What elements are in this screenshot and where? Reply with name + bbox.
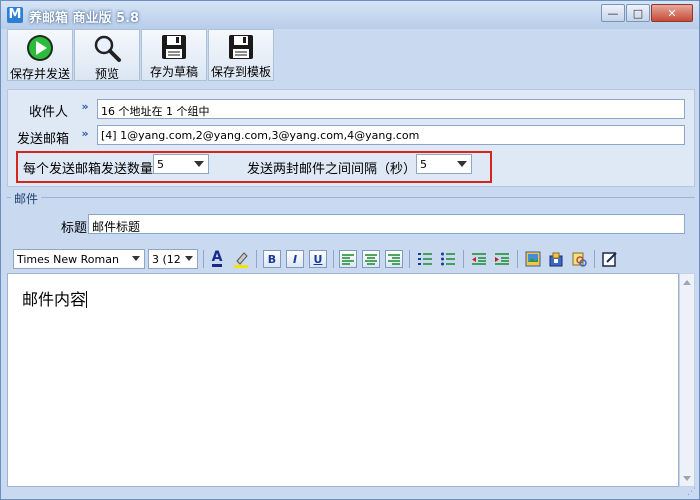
message-content: 邮件内容 bbox=[22, 290, 87, 309]
highlight-color-button[interactable] bbox=[232, 250, 250, 268]
app-logo-icon: M bbox=[7, 7, 23, 23]
dropdown-arrow-icon bbox=[457, 161, 467, 167]
scroll-down-icon[interactable] bbox=[680, 470, 694, 486]
recipient-label: 收件人 bbox=[29, 105, 69, 120]
insert-attachment-button[interactable] bbox=[547, 250, 565, 268]
text-caret bbox=[86, 291, 88, 308]
dropdown-arrow-icon bbox=[185, 256, 193, 261]
edit-source-button[interactable] bbox=[601, 250, 619, 268]
save-template-button[interactable]: 保存到模板 bbox=[208, 29, 274, 81]
font-size-select[interactable]: 3 (12 bbox=[148, 249, 198, 269]
align-center-icon bbox=[365, 254, 377, 265]
close-button[interactable]: ✕ bbox=[651, 4, 693, 22]
insert-link-button[interactable] bbox=[570, 250, 588, 268]
window-controls: — □ ✕ bbox=[600, 4, 693, 22]
align-left-button[interactable] bbox=[339, 250, 357, 268]
indent-button[interactable] bbox=[493, 250, 511, 268]
italic-button[interactable]: I bbox=[286, 250, 304, 268]
toolbar-separator bbox=[203, 250, 204, 268]
outdent-button[interactable] bbox=[470, 250, 488, 268]
floppy-icon bbox=[158, 33, 190, 61]
app-window: M 养邮箱 商业版 5.8 — □ ✕ 保存并发送 预览 存为草稿 保存到模板 … bbox=[0, 0, 700, 500]
toolbar-separator bbox=[409, 250, 410, 268]
mail-group-title: 邮件 bbox=[11, 190, 42, 207]
editor-scrollbar[interactable] bbox=[679, 273, 695, 487]
toolbar-separator bbox=[333, 250, 334, 268]
main-toolbar: 保存并发送 预览 存为草稿 保存到模板 bbox=[7, 29, 275, 81]
minimize-icon: — bbox=[607, 6, 619, 20]
save-and-send-label: 保存并发送 bbox=[9, 67, 70, 81]
scroll-up-icon[interactable] bbox=[680, 274, 694, 290]
underline-icon: U bbox=[313, 252, 323, 266]
save-draft-button[interactable]: 存为草稿 bbox=[141, 29, 207, 81]
subject-field[interactable]: 邮件标题 bbox=[88, 214, 685, 234]
numbered-list-button[interactable] bbox=[416, 250, 434, 268]
dropdown-arrow-icon bbox=[132, 256, 140, 261]
insert-image-button[interactable] bbox=[524, 250, 542, 268]
underline-button[interactable]: U bbox=[309, 250, 327, 268]
outdent-icon bbox=[472, 253, 486, 265]
font-color-button[interactable]: A bbox=[208, 250, 226, 268]
send-interval-label: 发送两封邮件之间间隔（秒）: bbox=[247, 162, 421, 177]
maximize-button[interactable]: □ bbox=[626, 4, 650, 22]
save-template-label: 保存到模板 bbox=[210, 65, 271, 79]
per-sender-count-label: 每个发送邮箱发送数量: bbox=[23, 162, 158, 177]
font-size-value: 3 (12 bbox=[152, 253, 181, 266]
bullet-list-icon bbox=[441, 252, 455, 266]
bullet-list-button[interactable] bbox=[439, 250, 457, 268]
play-icon bbox=[24, 33, 56, 63]
per-sender-count-select[interactable]: 5 bbox=[153, 154, 209, 174]
font-color-icon: A bbox=[211, 249, 223, 267]
dropdown-arrow-icon bbox=[194, 161, 204, 167]
highlighter-icon bbox=[234, 252, 248, 268]
align-center-button[interactable] bbox=[362, 250, 380, 268]
align-left-icon bbox=[342, 254, 354, 265]
preview-button[interactable]: 预览 bbox=[74, 29, 140, 81]
maximize-icon: □ bbox=[632, 6, 644, 20]
save-draft-label: 存为草稿 bbox=[149, 65, 198, 79]
toolbar-separator bbox=[594, 250, 595, 268]
align-right-button[interactable] bbox=[385, 250, 403, 268]
resize-grip-icon[interactable]: ⋰ bbox=[687, 487, 697, 497]
font-family-select[interactable]: Times New Roman bbox=[13, 249, 145, 269]
chevron-down-icon[interactable]: » bbox=[78, 101, 92, 117]
sender-field[interactable]: [4] 1@yang.com,2@yang.com,3@yang.com,4@y… bbox=[97, 125, 685, 145]
toolbar-separator bbox=[463, 250, 464, 268]
send-interval-select[interactable]: 5 bbox=[416, 154, 472, 174]
preview-label: 预览 bbox=[94, 67, 119, 81]
sender-label: 发送邮箱 bbox=[17, 132, 70, 147]
link-icon bbox=[572, 252, 587, 267]
window-title: 养邮箱 商业版 5.8 bbox=[29, 11, 140, 26]
close-icon: ✕ bbox=[667, 6, 677, 20]
font-family-value: Times New Roman bbox=[17, 253, 119, 266]
recipient-field[interactable]: 16 个地址在 1 个组中 bbox=[97, 99, 685, 119]
indent-icon bbox=[495, 253, 509, 265]
magnifier-icon bbox=[91, 33, 123, 63]
floppy-icon bbox=[225, 33, 257, 61]
edit-icon bbox=[602, 252, 617, 267]
italic-icon: I bbox=[292, 252, 298, 266]
title-bar[interactable]: M 养邮箱 商业版 5.8 — □ ✕ bbox=[1, 1, 699, 29]
toolbar-separator bbox=[517, 250, 518, 268]
send-interval-value: 5 bbox=[420, 158, 427, 171]
chevron-down-icon[interactable]: » bbox=[78, 128, 92, 144]
package-icon bbox=[549, 252, 563, 267]
bold-icon: B bbox=[267, 252, 277, 266]
subject-label: 标题 bbox=[61, 221, 88, 236]
message-editor[interactable]: 邮件内容 bbox=[7, 273, 679, 487]
toolbar-separator bbox=[256, 250, 257, 268]
image-icon bbox=[525, 251, 541, 267]
minimize-button[interactable]: — bbox=[601, 4, 625, 22]
bold-button[interactable]: B bbox=[263, 250, 281, 268]
align-right-icon bbox=[388, 254, 400, 265]
numbered-list-icon bbox=[418, 253, 432, 265]
save-and-send-button[interactable]: 保存并发送 bbox=[7, 29, 73, 81]
per-sender-count-value: 5 bbox=[157, 158, 164, 171]
